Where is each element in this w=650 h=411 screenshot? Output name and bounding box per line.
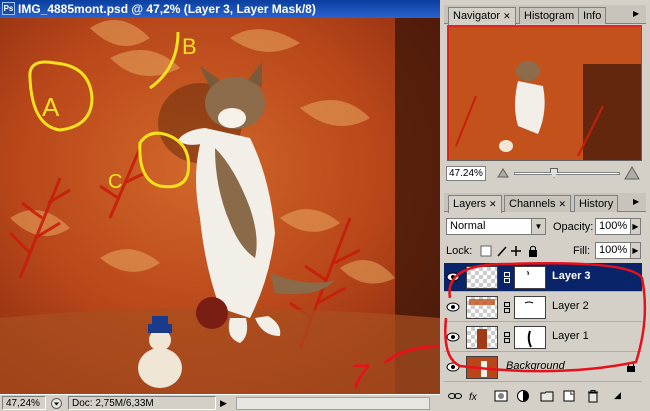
layer-style-icon[interactable]: fx [468,389,482,403]
navigator-preview[interactable] [447,25,642,161]
tab-layers[interactable]: Layers ✕ [448,195,502,213]
status-doc-size: Doc: 2,75M/6,33M [68,396,216,410]
close-icon[interactable]: ✕ [558,199,566,209]
navigator-zoom-slider[interactable] [514,172,620,175]
annotation-seven: 7 [350,358,370,394]
lock-buttons[interactable] [480,244,542,258]
yarn-ball [196,297,228,329]
zoom-in-icon[interactable] [624,166,640,180]
fill-label: Fill: [573,245,591,257]
annotation-a: A [42,92,60,122]
status-menu-icon[interactable] [50,397,63,410]
red-annotation-loop [444,262,647,373]
lock-label: Lock: [446,245,473,257]
tab-navigator[interactable]: Navigator ✕ [448,7,516,25]
status-arrow-icon[interactable]: ▶ [220,397,230,409]
annotation-b: B [182,34,197,59]
navigator-thumbnail [448,26,641,160]
new-group-icon[interactable] [540,389,554,403]
canvas-artwork: A B C 7 [0,18,440,394]
navigator-tabbar: Navigator ✕ Histogram Info ▶ [444,5,646,25]
lock-transparency-icon [480,245,492,257]
opacity-input[interactable]: 100% ▶ [595,218,641,235]
delete-layer-icon[interactable] [586,389,600,403]
horizontal-scrollbar[interactable] [236,397,430,410]
opacity-label: Opacity: [553,221,594,233]
document-title-bar[interactable]: Ps IMG_4885mont.psd @ 47,2% (Layer 3, La… [0,0,440,18]
chevron-right-icon[interactable]: ▶ [630,219,640,234]
zoom-out-icon[interactable] [496,166,510,180]
lock-move-icon [511,246,521,256]
lock-paint-icon [497,246,507,257]
tab-info[interactable]: Info [578,7,607,24]
close-icon[interactable]: ✕ [503,11,511,21]
chevron-right-icon[interactable]: ▶ [630,243,640,258]
lock-all-icon [529,250,537,257]
image-canvas[interactable]: A B C 7 [0,18,440,394]
annotation-c: C [108,171,122,193]
document-status-bar: 47,24% Doc: 2,75M/6,33M ▶ [0,394,440,411]
tab-histogram[interactable]: Histogram [519,7,580,24]
new-layer-icon[interactable] [562,389,576,403]
adjustment-layer-icon[interactable] [516,389,530,403]
link-layers-icon[interactable] [448,389,462,403]
photoshop-icon: Ps [2,2,15,15]
blend-mode-select[interactable]: Normal ▼ [446,218,546,235]
tab-history[interactable]: History [574,195,619,212]
panel-menu-icon[interactable]: ▶ [633,198,643,206]
layers-tabbar: Layers ✕ Channels ✕ History ▶ [444,193,646,213]
tab-channels[interactable]: Channels ✕ [504,195,572,212]
layers-bottom-toolbar: fx ◢ [444,386,646,408]
zoom-slider-thumb[interactable] [550,168,558,178]
svg-text:fx: fx [469,392,478,403]
chevron-down-icon: ▼ [531,219,545,234]
add-mask-icon[interactable] [494,389,508,403]
status-zoom[interactable]: 47,24% [2,396,46,410]
panels-dock: Navigator ✕ Histogram Info ▶ 47.24% Layer… [440,0,650,411]
navigator-zoom-input[interactable]: 47.24% [446,166,486,181]
resize-grip-icon[interactable]: ◢ [614,390,621,401]
document-window: Ps IMG_4885mont.psd @ 47,2% (Layer 3, La… [0,0,440,411]
document-title: IMG_4885mont.psd @ 47,2% (Layer 3, Layer… [18,2,316,16]
fill-input[interactable]: 100% ▶ [595,242,641,259]
close-icon[interactable]: ✕ [489,199,497,209]
panel-menu-icon[interactable]: ▶ [633,10,643,18]
